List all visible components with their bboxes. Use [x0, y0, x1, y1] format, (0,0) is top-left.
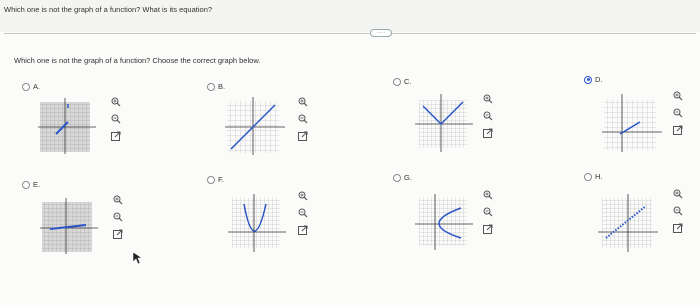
tools-d	[672, 90, 684, 136]
graph-b	[225, 97, 285, 155]
graph-f	[228, 194, 286, 252]
option-h-label: H.	[595, 172, 603, 181]
tools-g	[482, 189, 494, 235]
open-new-window-icon[interactable]	[482, 127, 494, 139]
option-g[interactable]: G.	[393, 173, 412, 182]
zoom-out-icon[interactable]	[297, 207, 309, 219]
graph-c	[415, 94, 473, 152]
zoom-in-icon[interactable]	[297, 96, 309, 108]
open-new-window-icon[interactable]	[672, 124, 684, 136]
radio-d[interactable]	[584, 75, 592, 84]
tools-e	[112, 194, 124, 240]
radio-h[interactable]	[584, 172, 592, 181]
option-a[interactable]: A.	[22, 82, 40, 91]
mouse-cursor-icon	[132, 251, 142, 265]
option-h[interactable]: H.	[584, 172, 603, 181]
option-f[interactable]: F.	[207, 175, 224, 184]
zoom-out-icon[interactable]	[297, 113, 309, 125]
zoom-out-icon[interactable]	[110, 113, 122, 125]
option-a-label: A.	[33, 82, 41, 91]
tools-a	[110, 96, 122, 142]
option-e-label: E.	[33, 180, 41, 189]
zoom-out-icon[interactable]	[112, 211, 124, 223]
option-e[interactable]: E.	[22, 180, 40, 189]
radio-f[interactable]	[207, 175, 215, 184]
zoom-in-icon[interactable]	[482, 93, 494, 105]
divider	[4, 33, 696, 34]
tools-b	[297, 96, 309, 142]
open-new-window-icon[interactable]	[112, 228, 124, 240]
zoom-in-icon[interactable]	[110, 96, 122, 108]
open-new-window-icon[interactable]	[110, 130, 122, 142]
option-b-label: B.	[218, 82, 226, 91]
open-new-window-icon[interactable]	[297, 224, 309, 236]
tools-c	[482, 93, 494, 139]
zoom-out-icon[interactable]	[672, 107, 684, 119]
radio-g[interactable]	[393, 173, 401, 182]
zoom-in-icon[interactable]	[112, 194, 124, 206]
option-d[interactable]: D.	[584, 75, 603, 84]
zoom-out-icon[interactable]	[672, 205, 684, 217]
open-new-window-icon[interactable]	[672, 222, 684, 234]
radio-e[interactable]	[22, 180, 30, 189]
graph-e	[40, 198, 98, 254]
option-b[interactable]: B.	[207, 82, 225, 91]
radio-c[interactable]	[393, 77, 401, 86]
graph-a	[38, 98, 96, 154]
graph-d	[602, 94, 662, 152]
open-new-window-icon[interactable]	[297, 130, 309, 142]
zoom-out-icon[interactable]	[482, 110, 494, 122]
open-new-window-icon[interactable]	[482, 223, 494, 235]
option-g-label: G.	[404, 173, 412, 182]
tools-f	[297, 190, 309, 236]
question-prompt: Which one is not the graph of a function…	[14, 56, 261, 65]
tools-h	[672, 188, 684, 234]
zoom-in-icon[interactable]	[297, 190, 309, 202]
radio-b[interactable]	[207, 82, 215, 91]
option-f-label: F.	[218, 175, 224, 184]
zoom-out-icon[interactable]	[482, 206, 494, 218]
zoom-in-icon[interactable]	[672, 90, 684, 102]
question-title: Which one is not the graph of a function…	[4, 5, 213, 14]
option-c[interactable]: C.	[393, 77, 412, 86]
option-c-label: C.	[404, 77, 412, 86]
option-d-label: D.	[595, 75, 603, 84]
zoom-in-icon[interactable]	[672, 188, 684, 200]
expand-button[interactable]: ·····	[370, 29, 392, 37]
zoom-in-icon[interactable]	[482, 189, 494, 201]
graph-h	[598, 194, 658, 252]
graph-g	[415, 194, 473, 250]
radio-a[interactable]	[22, 82, 30, 91]
